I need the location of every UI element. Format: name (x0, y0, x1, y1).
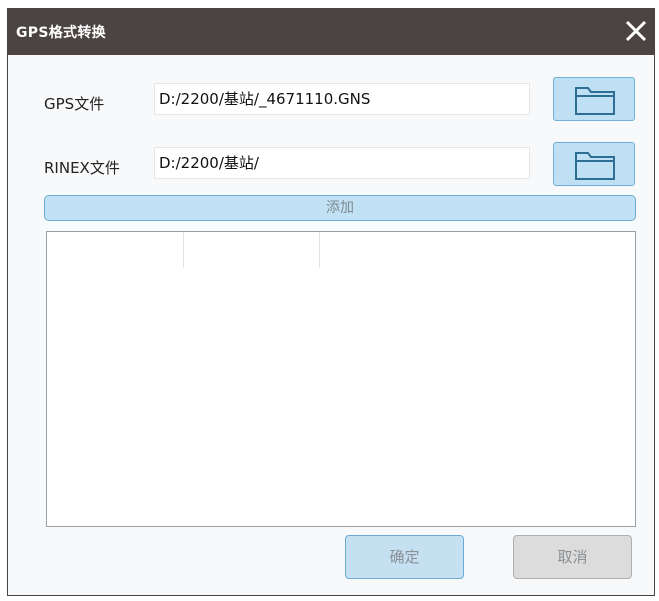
rinex-file-label: RINEX文件 (44, 159, 120, 177)
folder-icon (575, 152, 615, 180)
add-button[interactable]: 添加 (44, 195, 636, 221)
gps-file-field[interactable]: D:/2200/基站/_4671110.GNS (154, 83, 530, 115)
close-icon[interactable] (622, 17, 650, 45)
cancel-button[interactable]: 取消 (513, 535, 632, 579)
folder-icon (575, 87, 615, 115)
file-list[interactable] (46, 231, 636, 527)
gps-file-label: GPS文件 (44, 95, 105, 113)
rinex-browse-button[interactable] (553, 142, 635, 186)
column-separator[interactable] (183, 232, 184, 268)
dialog-title: GPS格式转换 (16, 25, 106, 41)
ok-button[interactable]: 确定 (345, 535, 464, 579)
title-bar[interactable]: GPS格式转换 (8, 9, 654, 55)
gps-browse-button[interactable] (553, 77, 635, 121)
rinex-file-field[interactable]: D:/2200/基站/ (154, 147, 530, 179)
column-separator[interactable] (319, 232, 320, 268)
gps-convert-dialog: GPS格式转换 GPS文件 D:/2200/基站/_4671110.GNS RI… (7, 8, 655, 596)
